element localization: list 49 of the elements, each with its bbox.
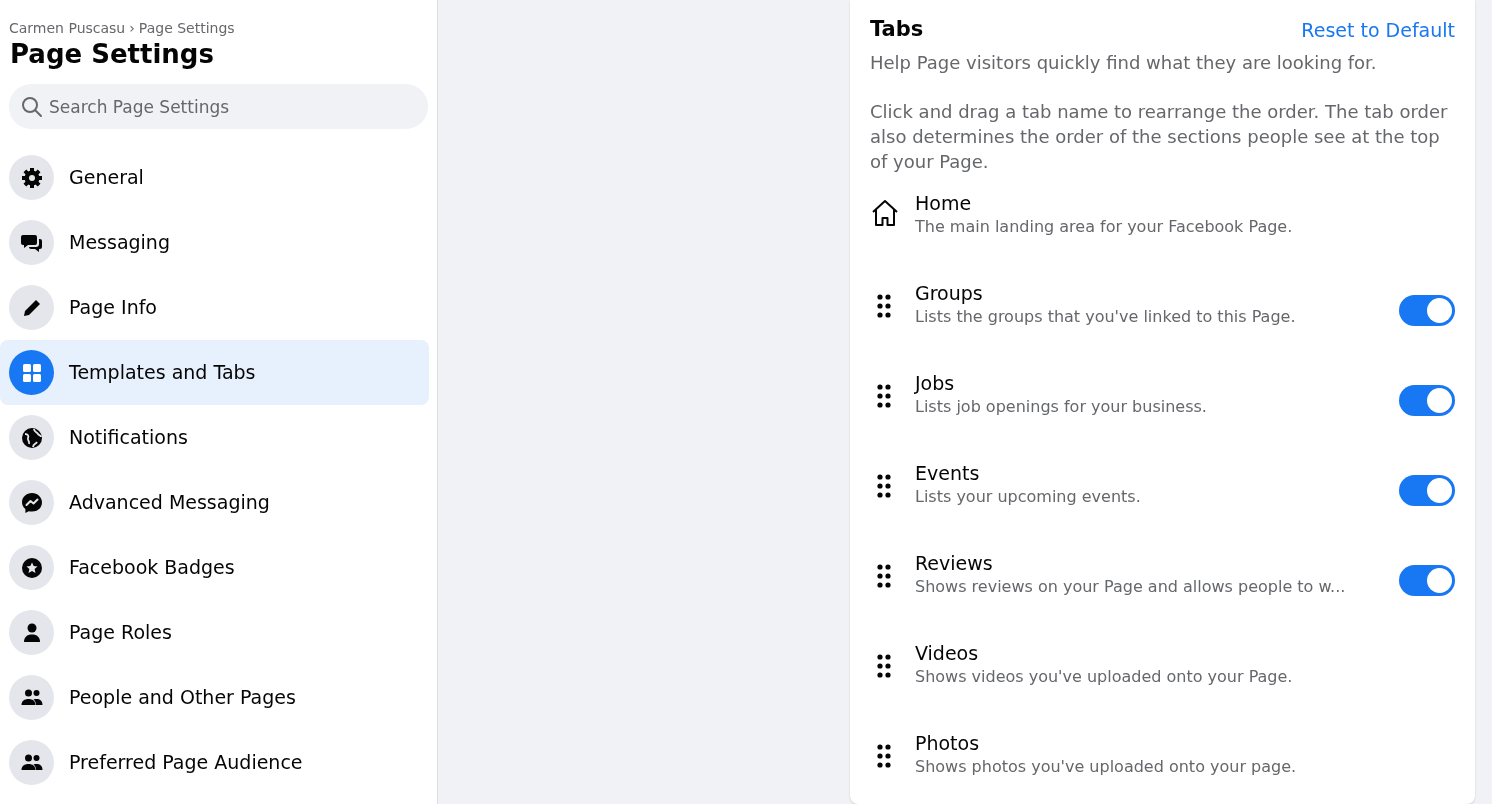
drag-handle-icon[interactable] xyxy=(877,743,891,768)
sidebar-item[interactable]: Page Roles xyxy=(0,600,429,666)
globe-icon xyxy=(19,425,44,450)
tab-name: Reviews xyxy=(915,550,994,576)
tab-name: Photos xyxy=(915,730,981,756)
breadcrumb-link[interactable]: Page Settings xyxy=(138,18,235,39)
drag-handle-icon[interactable] xyxy=(877,293,891,318)
intro-text: Help Page visitors quickly find what they are looking for. xyxy=(870,50,1378,75)
tab-description: Lists the groups that you've linked to this Page. xyxy=(915,305,1297,328)
tab-description: Lists job openings for your business. xyxy=(915,395,1208,418)
messenger-icon xyxy=(19,490,44,515)
sidebar-item[interactable]: Facebook Badges xyxy=(0,535,429,601)
section-title: Tabs xyxy=(870,16,924,43)
toggle-switch[interactable] xyxy=(1399,564,1455,596)
home-icon xyxy=(870,197,900,228)
tab-description: The main landing area for your Facebook Page. xyxy=(915,215,1294,238)
drag-handle-icon[interactable] xyxy=(877,383,891,408)
drag-handle-icon[interactable] xyxy=(877,473,891,498)
tab-description: Shows photos you've uploaded onto your page. xyxy=(915,755,1298,778)
sidebar-item[interactable]: Messaging xyxy=(0,210,429,276)
instructions-text: Click and drag a tab name to rearrange the order. The tab order also determines the order of the sections people see at the top of your Page. xyxy=(870,99,1449,174)
page-title: Page Settings xyxy=(10,39,215,71)
search-icon xyxy=(21,96,43,119)
tab-name: Home xyxy=(915,190,973,216)
toggle-switch[interactable] xyxy=(1399,294,1455,326)
star-badge-icon xyxy=(19,555,44,580)
sidebar-item[interactable]: Preferred Page Audience xyxy=(0,730,429,796)
sidebar-item[interactable]: Templates and Tabs xyxy=(0,340,429,406)
gear-icon xyxy=(19,165,44,190)
breadcrumb-separator: › xyxy=(129,19,135,38)
tab-name: Videos xyxy=(915,640,980,666)
sidebar-item[interactable]: Advanced Messaging xyxy=(0,470,429,536)
tab-name: Groups xyxy=(915,280,984,306)
toggle-switch[interactable] xyxy=(1399,384,1455,416)
drag-handle-icon[interactable] xyxy=(877,563,891,588)
tab-name: Jobs xyxy=(915,370,956,396)
tab-description: Shows videos you've uploaded onto your Page. xyxy=(915,665,1294,688)
sidebar-item[interactable]: People and Other Pages xyxy=(0,665,429,731)
sidebar-item[interactable]: Page Info xyxy=(0,275,429,341)
search-field[interactable]: Search Page Settings xyxy=(9,84,428,130)
drag-handle-icon[interactable] xyxy=(877,653,891,678)
sidebar-item[interactable]: Notifications xyxy=(0,405,429,471)
reset-link[interactable]: Reset to Default xyxy=(1301,15,1455,44)
tab-description: Lists your upcoming events. xyxy=(915,485,1142,508)
tab-name: Events xyxy=(915,460,981,486)
toggle-switch[interactable] xyxy=(1399,474,1455,506)
tab-description: Shows reviews on your Page and allows people to w... xyxy=(915,575,1347,598)
sidebar-item[interactable]: General xyxy=(0,145,429,211)
breadcrumb-link[interactable]: Carmen Puscasu xyxy=(9,18,126,39)
